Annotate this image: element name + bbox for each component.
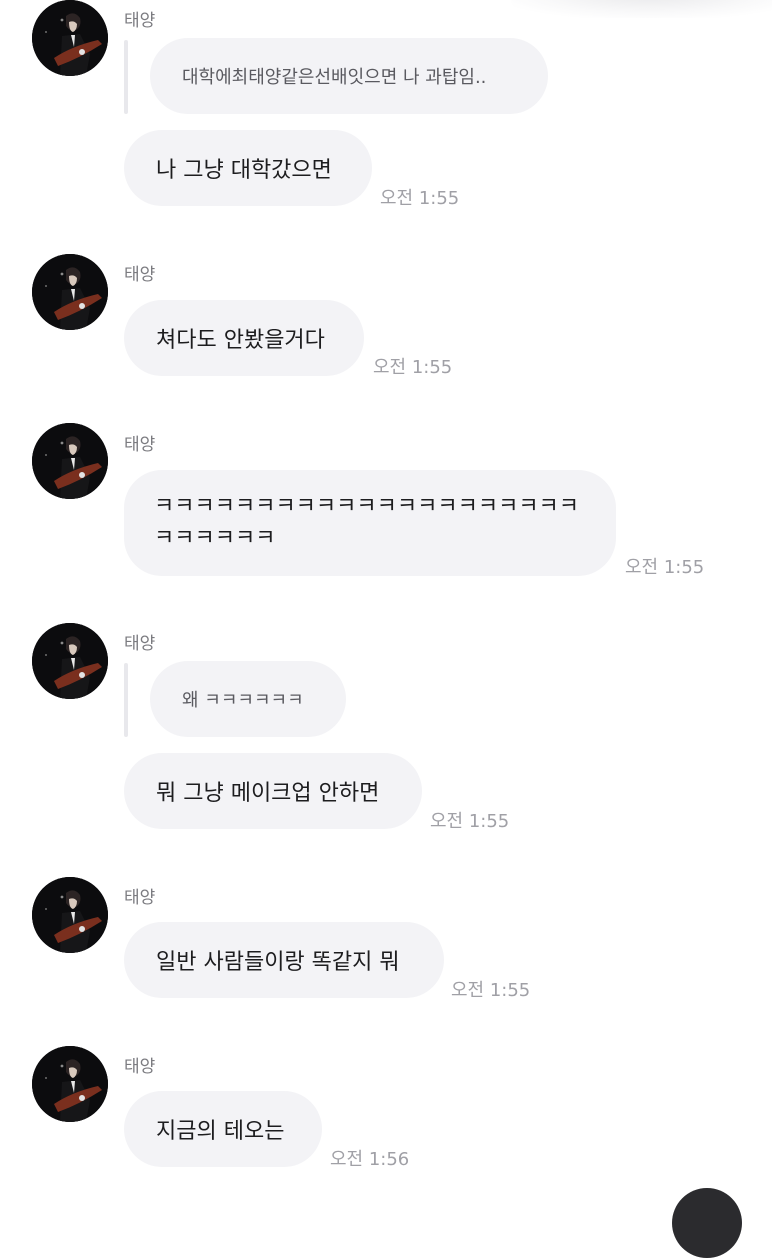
- avatar-photo-icon: [32, 254, 108, 330]
- avatar-photo-icon: [32, 623, 108, 699]
- sender-avatar[interactable]: [32, 877, 108, 953]
- avatar-photo-icon: [32, 423, 108, 499]
- message-text: 지금의 테오는: [156, 1119, 285, 1144]
- message-text: ㅋㅋㅋㅋㅋㅋㅋㅋㅋㅋㅋㅋㅋㅋㅋㅋㅋㅋㅋㅋㅋㅋㅋㅋㅋㅋㅋ: [154, 494, 580, 551]
- reply-quote-bar: [124, 663, 128, 737]
- avatar-photo-icon: [32, 877, 108, 953]
- message-bubble[interactable]: 나 그냥 대학갔으면: [124, 130, 372, 206]
- sender-name: 태양: [124, 435, 156, 455]
- sender-avatar[interactable]: [32, 254, 108, 330]
- message-time: 오전 1:56: [330, 1149, 410, 1170]
- sender-name: 태양: [124, 634, 156, 654]
- avatar-photo-icon: [32, 0, 108, 76]
- sender-name: 태양: [124, 1057, 156, 1077]
- reply-quote-text: 대학에최태양같은선배잇으면 나 과탑임..: [182, 67, 487, 88]
- top-shadow: [510, 0, 772, 18]
- reply-quote-text: 왜 ㅋㅋㅋㅋㅋㅋ: [182, 690, 304, 711]
- sender-avatar[interactable]: [32, 0, 108, 76]
- message-time: 오전 1:55: [451, 980, 531, 1001]
- scroll-down-button[interactable]: [672, 1188, 742, 1258]
- message-bubble[interactable]: 지금의 테오는: [124, 1091, 322, 1167]
- message-time: 오전 1:55: [380, 188, 460, 209]
- message-time: 오전 1:55: [625, 557, 705, 578]
- reply-quote[interactable]: 왜 ㅋㅋㅋㅋㅋㅋ: [150, 661, 346, 737]
- sender-name: 태양: [124, 265, 156, 285]
- sender-name: 태양: [124, 888, 156, 908]
- message-text: 뭐 그냥 메이크업 안하면: [156, 781, 380, 806]
- reply-quote-bar: [124, 40, 128, 114]
- message-bubble[interactable]: 일반 사람들이랑 똑같지 뭐: [124, 922, 444, 998]
- message-time: 오전 1:55: [373, 357, 453, 378]
- message-text: 나 그냥 대학갔으면: [156, 158, 332, 183]
- sender-avatar[interactable]: [32, 623, 108, 699]
- message-text: 쳐다도 안봤을거다: [156, 328, 325, 353]
- message-bubble[interactable]: ㅋㅋㅋㅋㅋㅋㅋㅋㅋㅋㅋㅋㅋㅋㅋㅋㅋㅋㅋㅋㅋㅋㅋㅋㅋㅋㅋ: [124, 470, 616, 576]
- sender-avatar[interactable]: [32, 1046, 108, 1122]
- chat-thread: 태양 대학에최태양같은선배잇으면 나 과탑임.. 나 그냥 대학갔으면 오전 1…: [0, 0, 772, 1258]
- avatar-photo-icon: [32, 1046, 108, 1122]
- message-bubble[interactable]: 뭐 그냥 메이크업 안하면: [124, 753, 422, 829]
- sender-avatar[interactable]: [32, 423, 108, 499]
- message-text: 일반 사람들이랑 똑같지 뭐: [156, 950, 400, 975]
- message-time: 오전 1:55: [430, 811, 510, 832]
- message-bubble[interactable]: 쳐다도 안봤을거다: [124, 300, 364, 376]
- sender-name: 태양: [124, 11, 156, 31]
- reply-quote[interactable]: 대학에최태양같은선배잇으면 나 과탑임..: [150, 38, 548, 114]
